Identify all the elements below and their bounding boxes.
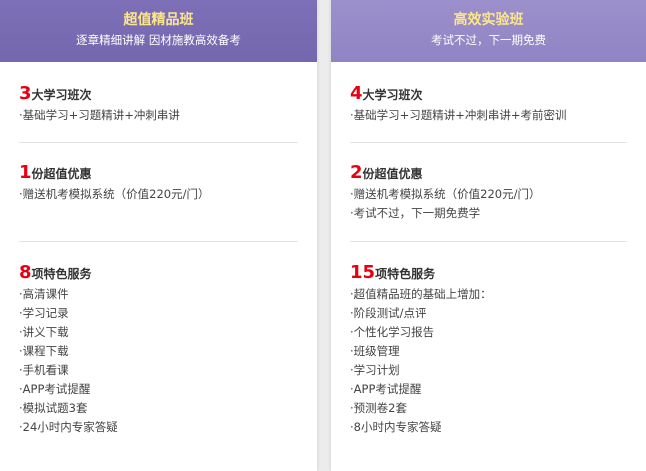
feature-item: ·模拟试题3套 xyxy=(19,401,88,415)
section-label: 份超值优惠 xyxy=(362,167,423,181)
section-label: 项特色服务 xyxy=(31,267,92,281)
feature-list: ·基础学习+习题精讲+冲刺串讲 xyxy=(19,106,298,125)
feature-item: ·基础学习+习题精讲+冲刺串讲 xyxy=(19,108,180,122)
section-offers: 1 份超值优惠 ·赠送机考模拟系统（价值220元/门） xyxy=(19,162,298,204)
section-number: 15 xyxy=(350,262,376,283)
divider xyxy=(19,241,298,242)
feature-item: ·APP考试提醒 xyxy=(19,382,91,396)
divider xyxy=(350,142,627,143)
feature-item: ·个性化学习报告 xyxy=(350,325,435,339)
feature-item: ·班级管理 xyxy=(350,344,400,358)
feature-item: ·学习计划 xyxy=(350,363,400,377)
plan-title: 高效实验班 xyxy=(453,12,524,28)
section-number: 1 xyxy=(19,162,32,183)
plan-title: 超值精品班 xyxy=(123,12,194,28)
section-study-sessions: 3 大学习班次 ·基础学习+习题精讲+冲刺串讲 xyxy=(19,83,298,125)
plan-header: 超值精品班 逐章精细讲解 因材施教高效备考 xyxy=(0,0,317,62)
feature-item: ·赠送机考模拟系统（价值220元/门） xyxy=(19,187,210,201)
section-study-sessions: 4 大学习班次 ·基础学习+习题精讲+冲刺串讲+考前密训 xyxy=(350,83,627,125)
feature-item: ·8小时内专家答疑 xyxy=(350,420,442,434)
feature-item: ·APP考试提醒 xyxy=(350,382,422,396)
plan-header: 高效实验班 考试不过，下一期免费 xyxy=(331,0,646,62)
feature-item: ·阶段测试/点评 xyxy=(350,306,427,320)
feature-list: ·超值精品班的基础上增加： ·阶段测试/点评 ·个性化学习报告 ·班级管理 ·学习计划 ·… xyxy=(350,285,627,437)
feature-item: ·课程下载 xyxy=(19,344,69,358)
section-services: 15 项特色服务 ·超值精品班的基础上增加： ·阶段测试/点评 ·个性化学习报告 ·班… xyxy=(350,262,627,437)
feature-item: ·预测卷2套 xyxy=(350,401,407,415)
feature-list: ·高清课件 ·学习记录 ·讲义下载 ·课程下载 ·手机看课 ·APP考试提醒 ·模拟试题3套… xyxy=(19,285,298,437)
divider xyxy=(350,241,627,242)
section-label: 份超值优惠 xyxy=(31,167,92,181)
feature-item: ·基础学习+习题精讲+冲刺串讲+考前密训 xyxy=(350,108,567,122)
section-number: 3 xyxy=(19,83,32,104)
section-offers: 2 份超值优惠 ·赠送机考模拟系统（价值220元/门） ·考试不过，下一期免费学 xyxy=(350,162,627,223)
feature-list: ·赠送机考模拟系统（价值220元/门） ·考试不过，下一期免费学 xyxy=(350,185,627,223)
feature-list: ·赠送机考模拟系统（价值220元/门） xyxy=(19,185,298,204)
section-number: 2 xyxy=(350,162,363,183)
feature-item: ·24小时内专家答疑 xyxy=(19,420,118,434)
plan-subtitle: 逐章精细讲解 因材施教高效备考 xyxy=(76,33,241,47)
plan-card-efficient: 高效实验班 考试不过，下一期免费 4 大学习班次 ·基础学习+习题精讲+冲刺串讲… xyxy=(331,0,646,471)
section-label: 项特色服务 xyxy=(375,267,436,281)
feature-item: ·手机看课 xyxy=(19,363,69,377)
divider xyxy=(19,142,298,143)
feature-item: ·超值精品班的基础上增加： xyxy=(350,287,492,301)
feature-item: ·高清课件 xyxy=(19,287,69,301)
section-services: 8 项特色服务 ·高清课件 ·学习记录 ·讲义下载 ·课程下载 ·手机看课 ·APP考试提… xyxy=(19,262,298,437)
section-number: 8 xyxy=(19,262,32,283)
feature-item: ·赠送机考模拟系统（价值220元/门） xyxy=(350,187,541,201)
plan-subtitle: 考试不过，下一期免费 xyxy=(431,33,546,47)
feature-item: ·考试不过，下一期免费学 xyxy=(350,206,481,220)
feature-item: ·讲义下载 xyxy=(19,325,69,339)
section-number: 4 xyxy=(350,83,363,104)
plan-card-premium: 超值精品班 逐章精细讲解 因材施教高效备考 3 大学习班次 ·基础学习+习题精讲… xyxy=(0,0,317,471)
feature-item: ·学习记录 xyxy=(19,306,69,320)
feature-list: ·基础学习+习题精讲+冲刺串讲+考前密训 xyxy=(350,106,627,125)
section-label: 大学习班次 xyxy=(31,88,92,102)
section-label: 大学习班次 xyxy=(362,88,423,102)
